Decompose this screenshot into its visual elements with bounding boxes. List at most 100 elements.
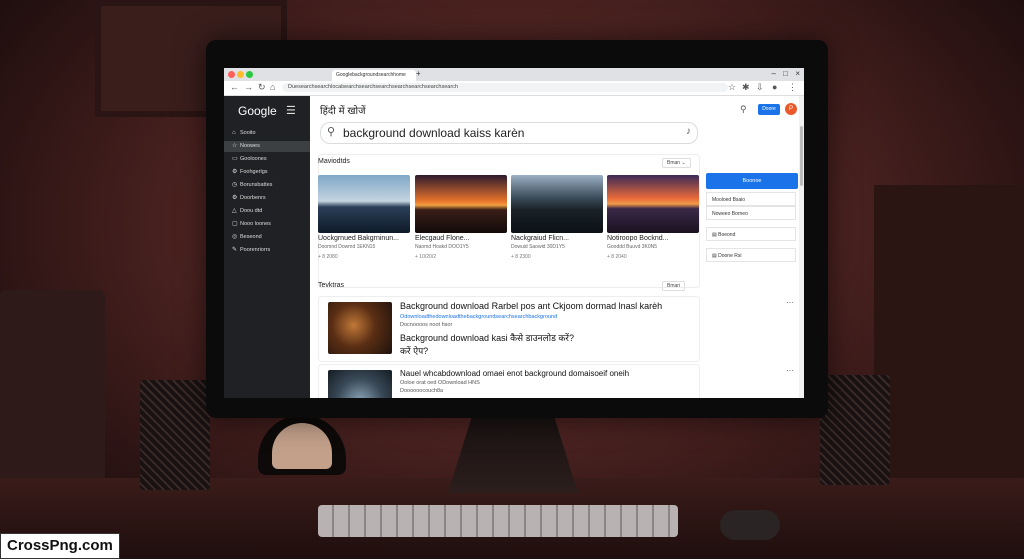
- image-subtitle-4: Gooddd Buuvd 3K0N5: [607, 244, 658, 250]
- search-query: background download kaiss karèn: [343, 126, 525, 140]
- image-title-2[interactable]: Elecgaud Flone...: [415, 235, 469, 242]
- sign-in-button[interactable]: Doore: [758, 104, 780, 115]
- microphone-icon[interactable]: ♪: [686, 126, 691, 137]
- monitor-stand: [448, 418, 578, 493]
- cabinet: [874, 185, 1024, 505]
- sidebar-item-label: Gooloones: [240, 156, 267, 162]
- menu-icon[interactable]: ⋮: [788, 82, 797, 93]
- hamburger-icon[interactable]: ☰: [286, 104, 296, 117]
- image-thumbnail-1[interactable]: [318, 175, 410, 233]
- results-filter-dropdown[interactable]: Bmari: [662, 281, 686, 291]
- window-restore-icon[interactable]: □: [783, 69, 788, 78]
- right-panel-button[interactable]: Boonoe: [706, 173, 798, 189]
- keyboard: [318, 505, 678, 537]
- search-input[interactable]: ⚲ background download kaiss karèn ♪: [320, 122, 698, 144]
- result-url-2[interactable]: Doooooocouch8a: [400, 388, 443, 394]
- image-thumbnail-2[interactable]: [415, 175, 507, 233]
- right-panel-item-2[interactable]: Noweeo Borneo: [706, 206, 796, 220]
- tab-bar: Googlebackgroundsearchhome + – □ ×: [224, 68, 804, 81]
- sidebar-item-sooito[interactable]: ⌂ Sooito: [224, 128, 310, 139]
- result-title-1[interactable]: Background download Rarbel pos ant Ckjoo…: [400, 301, 662, 311]
- back-icon[interactable]: ←: [230, 82, 239, 92]
- minimize-window-button[interactable]: [237, 71, 244, 78]
- right-panel-item-4[interactable]: ▤ Doone Rsi: [706, 248, 796, 262]
- google-logo[interactable]: Google: [238, 104, 277, 118]
- tab-title: Googlebackgroundsearchhome: [336, 72, 406, 78]
- pen-cup-left: [140, 380, 210, 490]
- close-window-button[interactable]: [228, 71, 235, 78]
- reload-icon[interactable]: ↻: [258, 82, 266, 93]
- scrollbar[interactable]: [799, 96, 804, 398]
- image-thumbnail-4[interactable]: [607, 175, 699, 233]
- images-filter-dropdown[interactable]: Bman ⌄: [662, 158, 691, 168]
- settings-icon: ⚙: [232, 195, 238, 201]
- sidebar-item-label: Sooito: [240, 130, 256, 136]
- sidebar-item-doou-dtd[interactable]: △ Doou dtd: [224, 206, 310, 217]
- more-options-icon-2[interactable]: ⋯: [786, 366, 794, 375]
- result-thumbnail-1[interactable]: [328, 302, 392, 354]
- sidebar-item-label: Doorbenrs: [240, 195, 266, 201]
- images-filter-label: Bman: [667, 160, 681, 166]
- bookmark-icon[interactable]: ☆: [728, 82, 736, 93]
- home-icon[interactable]: ⌂: [270, 82, 275, 92]
- result-title-2[interactable]: Nauel whcabdownload omaei enot backgroun…: [400, 369, 629, 378]
- triangle-icon: △: [232, 208, 237, 214]
- sidebar-item-noowes[interactable]: ☆ Noowes: [224, 141, 310, 152]
- box-icon: ▢: [232, 221, 238, 227]
- image-meta-1: + 8 2080: [318, 254, 338, 260]
- main-content: हिंदी में खोजें ⚲ Doore P ⚲ background d…: [310, 96, 804, 398]
- sidebar-item-label: Noowes: [240, 143, 260, 149]
- right-panel-item-1[interactable]: Mooloed Bsaio: [706, 192, 796, 206]
- avatar[interactable]: P: [785, 103, 797, 115]
- images-section-title: Maviodtds: [318, 158, 350, 165]
- image-thumbnail-3[interactable]: [511, 175, 603, 233]
- right-panel-item-3[interactable]: ▤ Boeond: [706, 227, 796, 241]
- result-meta-1: Docnoooos noot hsor: [400, 322, 453, 328]
- image-title-3[interactable]: Nackgraiud Flicn...: [511, 235, 569, 242]
- result-thumbnail-2[interactable]: [328, 370, 392, 398]
- forward-icon[interactable]: →: [244, 82, 253, 92]
- page: Google ☰ ⌂ Sooito ☆ Noowes ▭ Gooloones ⚙ Foo…: [224, 96, 804, 398]
- gear-icon: ⚙: [232, 169, 238, 175]
- browser-tab[interactable]: Googlebackgroundsearchhome: [332, 70, 416, 81]
- watermark: CrossPng.com: [0, 533, 120, 559]
- mouse: [720, 510, 780, 540]
- results-section-title: Tevktras: [318, 282, 345, 289]
- image-subtitle-1: Doomnd Dowmd 1EKN15: [318, 244, 376, 250]
- result-line-2: करें ऐप?: [400, 346, 429, 356]
- pen-icon: ✎: [232, 247, 238, 253]
- window-close-icon[interactable]: ×: [795, 69, 800, 78]
- sidebar-item-gooloones[interactable]: ▭ Gooloones: [224, 154, 310, 165]
- address-text: Duesearchsearchlocalsearchsearchsearchse…: [288, 84, 458, 90]
- image-meta-2: + 10/20/2: [415, 254, 436, 260]
- sidebar-item-label: Doou dtd: [240, 208, 263, 214]
- address-bar[interactable]: Duesearchsearchlocalsearchsearchsearchse…: [282, 83, 728, 92]
- sidebar-item-nooo-loones[interactable]: ▢ Nooo loones: [224, 219, 310, 230]
- sidebar-item-doorbenrs[interactable]: ⚙ Doorbenrs: [224, 193, 310, 204]
- page-title: हिंदी में खोजें: [320, 106, 366, 117]
- image-title-4[interactable]: Notiroopo Bocknd...: [607, 235, 668, 242]
- clock-face: [272, 423, 332, 469]
- image-title-1[interactable]: Uockgrnued Bakgrninun...: [318, 235, 399, 242]
- sidebar-item-foohgerlgs[interactable]: ⚙ Foohgerlgs: [224, 167, 310, 178]
- speaker: [0, 290, 105, 490]
- scrollbar-thumb[interactable]: [800, 126, 803, 186]
- result-url-1[interactable]: Odownloadthedownloadthebackgroundsearchs…: [400, 314, 557, 320]
- pen-cup-right: [820, 375, 890, 485]
- apps-icon[interactable]: ⚲: [740, 104, 747, 115]
- profile-icon[interactable]: ●: [772, 82, 777, 92]
- extension-icon[interactable]: ✱: [742, 82, 750, 93]
- image-subtitle-3: Dowuid Saowid 30D1Y5: [511, 244, 565, 250]
- sidebar-item-beseond[interactable]: ◎ Beseond: [224, 232, 310, 243]
- window-minimize-icon[interactable]: –: [772, 69, 776, 78]
- downloads-icon[interactable]: ⇩: [756, 82, 764, 93]
- sidebar-item-poorenriorrs[interactable]: ✎ Poorenriorrs: [224, 245, 310, 256]
- new-tab-icon[interactable]: +: [416, 69, 421, 78]
- maximize-window-button[interactable]: [246, 71, 253, 78]
- more-options-icon[interactable]: ⋯: [786, 298, 794, 307]
- circle-icon: ◎: [232, 234, 238, 240]
- sidebar-item-borunsbattes[interactable]: ◷ Borunsbattes: [224, 180, 310, 191]
- chat-icon: ▭: [232, 156, 238, 162]
- sidebar-item-label: Poorenriorrs: [240, 247, 271, 253]
- image-meta-3: + 8 2300: [511, 254, 531, 260]
